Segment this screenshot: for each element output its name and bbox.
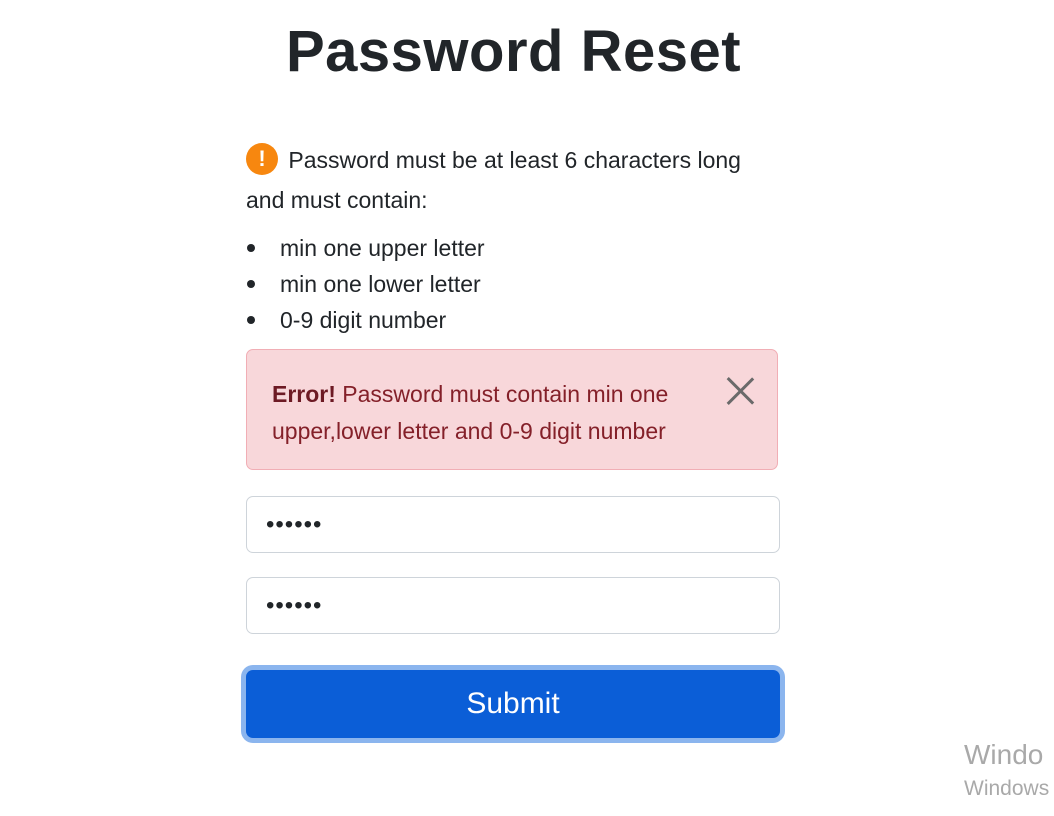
requirements-text: Password must be at least 6 characters l… <box>246 147 741 213</box>
password-reset-page: Password Reset ! Password must be at lea… <box>0 0 1054 816</box>
alert-strong: Error! <box>272 381 336 407</box>
watermark-line1: Windo <box>964 739 1044 770</box>
error-alert: Error! Password must contain min one upp… <box>246 349 778 470</box>
close-icon[interactable] <box>725 376 755 406</box>
list-item: 0-9 digit number <box>246 302 780 338</box>
password-field[interactable] <box>246 496 780 553</box>
list-item: min one lower letter <box>246 266 780 302</box>
requirements-list: min one upper letter min one lower lette… <box>246 230 780 338</box>
page-title: Password Reset <box>285 19 742 84</box>
requirements-section: ! Password must be at least 6 characters… <box>246 140 780 338</box>
submit-button[interactable]: Submit <box>246 670 780 738</box>
requirements-notice: ! Password must be at least 6 characters… <box>246 140 780 220</box>
exclamation-icon: ! <box>246 143 278 175</box>
windows-watermark: Windo Windows <box>964 736 1049 804</box>
confirm-password-field[interactable] <box>246 577 780 634</box>
watermark-line2: Windows <box>964 777 1050 800</box>
list-item: min one upper letter <box>246 230 780 266</box>
